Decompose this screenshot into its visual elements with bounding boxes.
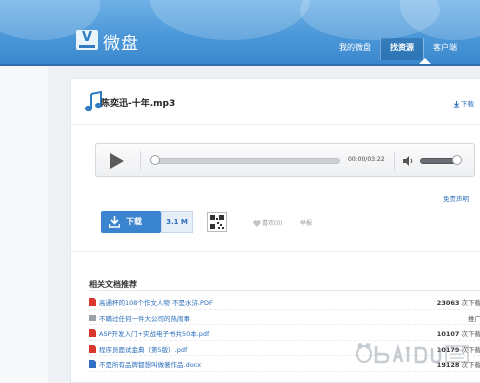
word-icon xyxy=(89,360,96,368)
like-label: 喜欢(0) xyxy=(262,220,283,227)
cloud-decoration xyxy=(150,0,310,40)
top-nav: 我的微盘 找资源 客户端 xyxy=(330,38,466,60)
section-divider xyxy=(71,251,480,252)
progress-bar[interactable] xyxy=(154,158,340,164)
file-size: 3.1 M xyxy=(161,211,193,233)
top-download-label: 下载 xyxy=(461,100,474,108)
doc-downloads: 推广 xyxy=(468,314,480,323)
pdf-icon xyxy=(89,298,96,306)
doc-downloads: 10107 次下载 xyxy=(436,330,480,338)
list-item[interactable]: 不瞒过任何一件大公司的热闹事 推广 xyxy=(89,310,480,325)
progress-knob[interactable] xyxy=(150,155,160,165)
download-button-label: 下载 xyxy=(126,217,142,226)
top-header: V 微盘 我的微盘 找资源 客户端 xyxy=(0,0,480,66)
player-divider xyxy=(394,151,395,171)
volume-icon[interactable] xyxy=(402,155,414,167)
left-margin xyxy=(0,66,48,383)
player-divider xyxy=(140,151,141,171)
qr-code-icon[interactable] xyxy=(207,212,227,232)
doc-icon xyxy=(89,314,96,321)
download-button[interactable]: 下载 xyxy=(101,211,161,233)
nav-my-weipan[interactable]: 我的微盘 xyxy=(330,38,380,60)
doc-name[interactable]: ASP开发入门+实战电子书共50本.pdf xyxy=(99,328,209,338)
time-readout: 00:00/03:22 xyxy=(348,156,385,163)
header-divider xyxy=(0,64,480,66)
nav-find-resources[interactable]: 找资源 xyxy=(380,38,423,60)
report-link[interactable]: 举报 xyxy=(300,218,312,227)
pdf-icon xyxy=(89,344,96,353)
volume-knob[interactable] xyxy=(452,155,462,165)
download-icon xyxy=(453,100,460,108)
audio-player: 00:00/03:22 xyxy=(95,143,475,177)
doc-name[interactable]: 不是所有品牌都想叫做著作品.docx xyxy=(99,359,201,369)
related-docs-divider xyxy=(89,290,480,291)
doc-name[interactable]: 不瞒过任何一件大公司的热闹事 xyxy=(99,313,190,323)
doc-downloads: 23063 次下载 xyxy=(436,299,480,307)
heart-icon xyxy=(253,220,261,227)
play-icon[interactable] xyxy=(110,153,124,169)
doc-name[interactable]: 程序员面试金典（第5版）.pdf xyxy=(99,344,187,354)
file-header: 陈奕迅-十年.mp3 下载 xyxy=(71,79,480,125)
nav-client[interactable]: 客户端 xyxy=(423,38,466,60)
disclaimer-link[interactable]: 免责声明 xyxy=(443,193,469,203)
list-item[interactable]: 高通杯的108个作文人物 不是水浒.PDF 23063 次下载 xyxy=(89,294,480,310)
baidu-jingyan-watermark-icon xyxy=(356,343,469,364)
download-icon xyxy=(109,216,120,228)
logo-text[interactable]: 微盘 xyxy=(103,29,139,54)
pdf-icon xyxy=(89,329,96,337)
file-title: 陈奕迅-十年.mp3 xyxy=(101,99,176,109)
active-tab-pointer xyxy=(419,58,431,64)
doc-name[interactable]: 高通杯的108个作文人物 不是水浒.PDF xyxy=(99,297,213,307)
top-download-link[interactable]: 下载 xyxy=(453,98,474,108)
weipan-logo-icon[interactable]: V xyxy=(76,30,98,50)
like-button[interactable]: 喜欢(0) xyxy=(253,218,283,227)
related-docs-title: 相关文档推荐 xyxy=(89,280,137,289)
